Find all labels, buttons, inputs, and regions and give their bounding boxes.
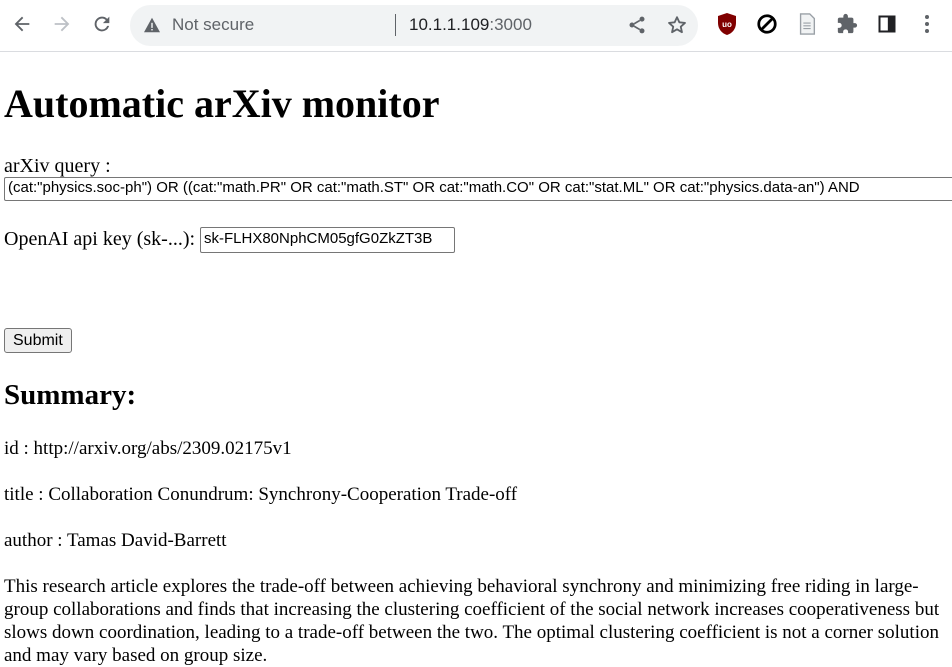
- url-text[interactable]: 10.1.1.109:3000: [409, 15, 532, 35]
- address-bar[interactable]: Not secure 10.1.1.109:3000: [130, 5, 698, 46]
- paper-title: title : Collaboration Conundrum: Synchro…: [4, 484, 518, 505]
- back-arrow-icon[interactable]: [10, 12, 34, 36]
- warning-triangle-icon[interactable]: [143, 17, 161, 38]
- browser-toolbar: Not secure 10.1.1.109:3000 uo: [0, 0, 952, 52]
- puzzle-extensions-icon[interactable]: [835, 12, 859, 36]
- svg-text:uo: uo: [722, 20, 732, 29]
- reload-icon[interactable]: [90, 12, 114, 36]
- more-options-icon[interactable]: [915, 12, 939, 36]
- url-port: :3000: [489, 15, 532, 34]
- ublock-origin-icon[interactable]: uo: [715, 12, 739, 36]
- page-title: Automatic arXiv monitor: [4, 81, 440, 126]
- paper-author: author : Tamas David-Barrett: [4, 530, 227, 551]
- security-status-label[interactable]: Not secure: [172, 15, 254, 35]
- submit-button[interactable]: Submit: [4, 328, 72, 353]
- api-key-label: OpenAI api key (sk-...):: [4, 228, 196, 250]
- block-icon[interactable]: [755, 12, 779, 36]
- paper-summary: This research article explores the trade…: [4, 576, 940, 666]
- query-input[interactable]: (cat:"physics.soc-ph") OR ((cat:"math.PR…: [4, 177, 952, 201]
- document-icon[interactable]: [795, 12, 819, 36]
- share-icon[interactable]: [627, 15, 647, 40]
- api-key-input[interactable]: sk-FLHX80NphCM05gfG0ZkZT3B: [200, 227, 455, 253]
- paper-id: id : http://arxiv.org/abs/2309.02175v1: [4, 438, 292, 459]
- query-label: arXiv query :: [4, 155, 111, 177]
- url-host: 10.1.1.109: [409, 15, 490, 34]
- address-divider: [395, 14, 396, 36]
- summary-heading: Summary:: [4, 379, 137, 411]
- side-panel-icon[interactable]: [875, 12, 899, 36]
- forward-arrow-icon[interactable]: [50, 12, 74, 36]
- bookmark-star-icon[interactable]: [666, 14, 688, 41]
